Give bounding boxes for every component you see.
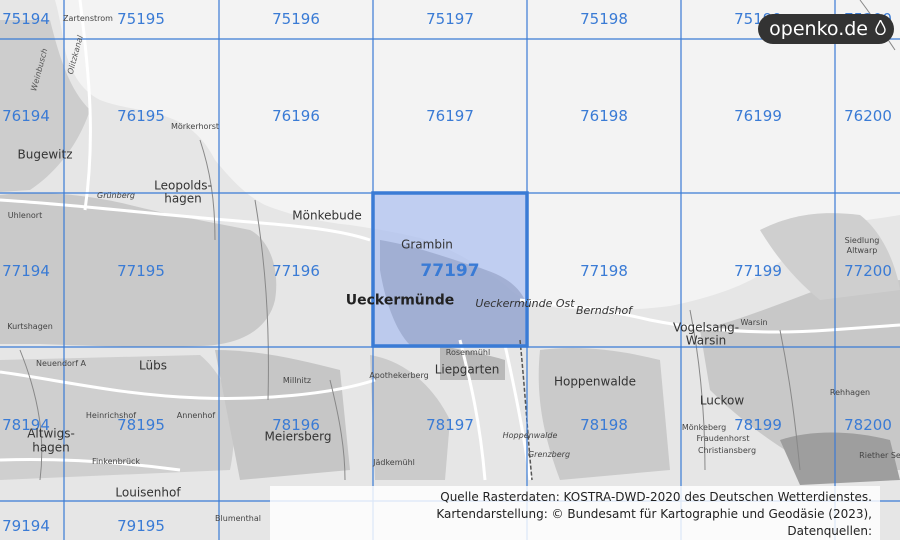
grid-label-77194[interactable]: 77194 (2, 262, 50, 280)
place-grambin: Grambin (401, 237, 453, 252)
place-annenhof: Annenhof (176, 410, 216, 420)
grid-label-76194[interactable]: 76194 (2, 107, 50, 125)
place-apothekerberg: Apothekerberg (369, 370, 429, 380)
place-ueckermuende: Ueckermünde (345, 292, 455, 309)
grid-label-77196[interactable]: 77196 (272, 262, 320, 280)
grid-label-78198[interactable]: 78198 (580, 416, 628, 434)
grid-label-76199[interactable]: 76199 (734, 107, 782, 125)
place-altwigshagen-2: hagen (32, 440, 70, 455)
place-luebs: Lübs (139, 358, 167, 373)
grid-label-76197[interactable]: 76197 (426, 107, 474, 125)
map-canvas[interactable]: 7519475195751967519775198751997520076194… (0, 0, 900, 540)
place-hoppenwalde-small: Hoppenwalde (502, 430, 558, 440)
place-heinrichshof: Heinrichshof (85, 410, 137, 420)
place-leopoldshagen-2: hagen (164, 191, 202, 206)
grid-label-75196[interactable]: 75196 (272, 10, 320, 28)
place-vogelsang-1: Vogelsang- (672, 320, 740, 335)
grid-label-76198[interactable]: 76198 (580, 107, 628, 125)
grid-label-78197[interactable]: 78197 (426, 416, 474, 434)
grid-label-77197[interactable]: 77197 (420, 261, 479, 281)
attribution-line-1: Quelle Rasterdaten: KOSTRA-DWD-2020 des … (440, 490, 872, 504)
grid-label-79195[interactable]: 79195 (117, 517, 165, 535)
grid-label-75198[interactable]: 75198 (580, 10, 628, 28)
place-warsin: Warsin (740, 317, 768, 327)
grid-label-76195[interactable]: 76195 (117, 107, 165, 125)
place-ueckermuende-ost: Ueckermünde Ost (475, 297, 575, 311)
place-zartenstrom: Zartenstrom (63, 13, 113, 23)
forest-area (538, 348, 670, 480)
place-finkenbrueck: Finkenbrück (91, 456, 141, 466)
place-moerkerhorst: Mörkerhorst (170, 121, 220, 131)
place-luckow: Luckow (699, 393, 745, 408)
place-leopoldshagen-1: Leopolds- (154, 178, 212, 193)
place-berndshof: Berndshof (575, 304, 633, 318)
place-hoppenwalde: Hoppenwalde (553, 374, 637, 389)
grid-label-78199[interactable]: 78199 (734, 416, 782, 434)
grid-label-76200[interactable]: 76200 (844, 107, 892, 125)
place-bugewitz: Bugewitz (17, 147, 73, 162)
grid-label-77200[interactable]: 77200 (844, 262, 892, 280)
place-grenzberg: Grenzberg (527, 449, 571, 459)
grid-label-75195[interactable]: 75195 (117, 10, 165, 28)
place-meiersberg: Meiersberg (264, 429, 332, 444)
place-liepgarten: Liepgarten (434, 362, 500, 377)
place-jaedkemuehl: Jädkemühl (373, 457, 415, 467)
place-siedlung-1: Siedlung (844, 235, 880, 245)
grid-label-77195[interactable]: 77195 (117, 262, 165, 280)
place-riether: Riether Se (859, 450, 900, 460)
place-rosenmuehl: Rosenmühl (445, 347, 491, 357)
place-christiansberg: Christiansberg (697, 445, 757, 455)
place-fraudenhorst: Fraudenhorst (696, 433, 750, 443)
place-siedlung-2: Altwarp (846, 245, 878, 255)
place-moenkeberg: Mönkeberg (681, 422, 727, 432)
openko-logo[interactable]: openko.de (758, 14, 894, 44)
grid-label-76196[interactable]: 76196 (272, 107, 320, 125)
raindrop-icon (875, 20, 886, 35)
place-rehhagen: Rehhagen (829, 387, 871, 397)
place-kurtshagen: Kurtshagen (7, 321, 53, 331)
grid-label-75194[interactable]: 75194 (2, 10, 50, 28)
place-louisenhof: Louisenhof (115, 485, 181, 500)
grid-label-78200[interactable]: 78200 (844, 416, 892, 434)
logo-text: openko.de (769, 18, 868, 40)
place-altwigshagen-1: Altwigs- (27, 426, 75, 441)
place-vogelsang-2: Warsin (685, 333, 727, 348)
attribution-line-3: Datenquellen: https://sgx.geodatenzentru… (787, 524, 872, 538)
attribution-box: Quelle Rasterdaten: KOSTRA-DWD-2020 des … (270, 486, 880, 540)
place-blumenthal: Blumenthal (215, 513, 261, 523)
place-uhlenort: Uhlenort (7, 210, 43, 220)
attribution-line-2: Kartendarstellung: © Bundesamt für Karto… (436, 507, 872, 521)
place-gruenberg: Grünberg (97, 190, 135, 200)
grid-label-77199[interactable]: 77199 (734, 262, 782, 280)
grid-label-77198[interactable]: 77198 (580, 262, 628, 280)
place-moenkebude: Mönkebude (292, 208, 362, 223)
grid-label-79194[interactable]: 79194 (2, 517, 50, 535)
place-neuendorf: Neuendorf A (35, 358, 87, 368)
grid-label-75197[interactable]: 75197 (426, 10, 474, 28)
place-millnitz: Millnitz (282, 375, 312, 385)
